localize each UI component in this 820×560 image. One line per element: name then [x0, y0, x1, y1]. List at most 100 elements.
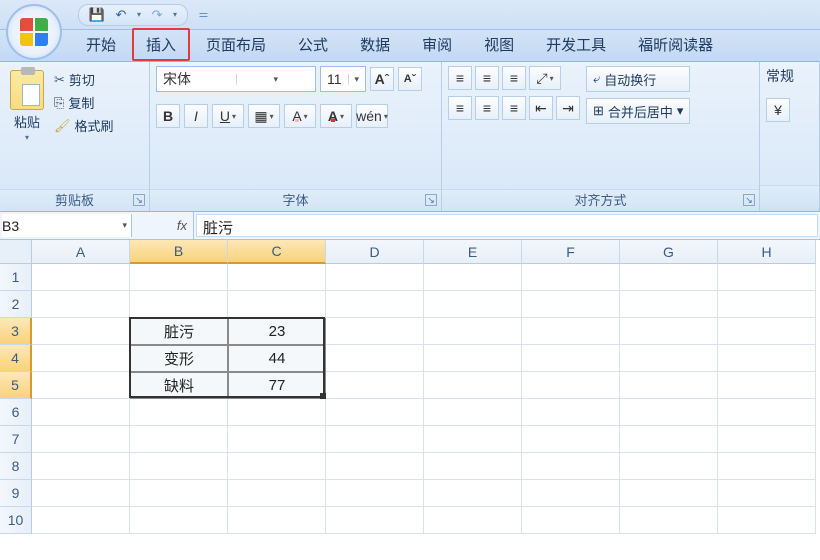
cell[interactable] — [424, 264, 522, 291]
cell[interactable] — [326, 318, 424, 345]
row-header[interactable]: 2 — [0, 291, 32, 318]
align-center-button[interactable]: ≡ — [475, 96, 499, 120]
cell[interactable] — [326, 372, 424, 399]
column-header[interactable]: C — [228, 240, 326, 264]
cell[interactable] — [326, 291, 424, 318]
select-all-corner[interactable] — [0, 240, 32, 264]
column-header[interactable]: H — [718, 240, 816, 264]
cell[interactable] — [130, 399, 228, 426]
cell[interactable] — [32, 291, 130, 318]
cell[interactable] — [228, 291, 326, 318]
cell[interactable] — [718, 480, 816, 507]
cell[interactable] — [130, 480, 228, 507]
row-header[interactable]: 6 — [0, 399, 32, 426]
paste-dropdown[interactable]: ▾ — [25, 133, 29, 142]
decrease-indent-button[interactable]: ⇤ — [529, 96, 553, 120]
fill-color-button[interactable]: A▾ — [284, 104, 316, 128]
column-header[interactable]: A — [32, 240, 130, 264]
cell[interactable] — [522, 345, 620, 372]
cell[interactable] — [130, 426, 228, 453]
phonetic-button[interactable]: wén▾ — [356, 104, 388, 128]
border-button[interactable]: ▦▾ — [248, 104, 280, 128]
cell[interactable] — [522, 291, 620, 318]
row-header[interactable]: 5 — [0, 372, 32, 399]
cell[interactable] — [32, 507, 130, 534]
save-icon[interactable]: 💾 — [89, 7, 105, 23]
cell[interactable] — [620, 453, 718, 480]
cell[interactable]: 脏污 — [130, 318, 228, 345]
clipboard-dialog-launcher[interactable]: ↘ — [133, 194, 145, 206]
cell[interactable] — [32, 453, 130, 480]
align-middle-button[interactable]: ≡ — [475, 66, 499, 90]
cell[interactable] — [326, 507, 424, 534]
column-header[interactable]: D — [326, 240, 424, 264]
chevron-down-icon[interactable]: ▾ — [677, 103, 684, 119]
row-header[interactable]: 9 — [0, 480, 32, 507]
redo-dropdown[interactable]: ▾ — [173, 10, 177, 19]
cell[interactable] — [718, 426, 816, 453]
underline-button[interactable]: U▾ — [212, 104, 244, 128]
format-painter-button[interactable]: 🖌格式刷 — [54, 116, 114, 135]
tab-foxit[interactable]: 福昕阅读器 — [622, 26, 729, 61]
cell[interactable] — [620, 318, 718, 345]
increase-font-button[interactable]: Aˆ — [370, 67, 394, 91]
cell[interactable] — [32, 480, 130, 507]
cell[interactable] — [718, 507, 816, 534]
cell[interactable] — [522, 399, 620, 426]
undo-icon[interactable]: ↶ — [113, 7, 129, 23]
font-size-combo[interactable]: 11▾ — [320, 66, 366, 92]
cell[interactable] — [522, 318, 620, 345]
cell[interactable] — [32, 399, 130, 426]
cell[interactable] — [522, 372, 620, 399]
undo-dropdown[interactable]: ▾ — [137, 10, 141, 19]
spreadsheet-grid[interactable]: ABCDEFGH 12345678910 脏污23变形44缺料77 — [0, 240, 820, 534]
tab-home[interactable]: 开始 — [70, 26, 132, 61]
currency-button[interactable]: ¥ — [766, 98, 790, 122]
cell[interactable] — [32, 372, 130, 399]
cell[interactable] — [620, 399, 718, 426]
cell[interactable] — [32, 264, 130, 291]
cell[interactable] — [424, 480, 522, 507]
paste-button[interactable]: 粘贴 ▾ — [6, 66, 48, 146]
cell[interactable] — [718, 372, 816, 399]
cell[interactable] — [620, 426, 718, 453]
wrap-text-button[interactable]: ⤶自动换行 — [586, 66, 690, 92]
cell[interactable] — [424, 507, 522, 534]
fx-icon[interactable]: fx — [177, 218, 187, 233]
cell[interactable] — [424, 291, 522, 318]
tab-developer[interactable]: 开发工具 — [530, 26, 622, 61]
align-left-button[interactable]: ≡ — [448, 96, 472, 120]
font-name-combo[interactable]: 宋体▾ — [156, 66, 316, 92]
font-dialog-launcher[interactable]: ↘ — [425, 194, 437, 206]
cell[interactable] — [718, 318, 816, 345]
cell[interactable] — [326, 426, 424, 453]
column-header[interactable]: F — [522, 240, 620, 264]
cell[interactable] — [718, 453, 816, 480]
cell[interactable] — [228, 264, 326, 291]
cell[interactable] — [228, 426, 326, 453]
cut-button[interactable]: ✂剪切 — [54, 70, 114, 89]
cell[interactable] — [32, 318, 130, 345]
column-header[interactable]: E — [424, 240, 522, 264]
font-color-button[interactable]: A▾ — [320, 104, 352, 128]
cell[interactable]: 44 — [228, 345, 326, 372]
cell[interactable]: 缺料 — [130, 372, 228, 399]
cell[interactable] — [718, 291, 816, 318]
cell[interactable] — [130, 453, 228, 480]
cell[interactable] — [326, 453, 424, 480]
copy-button[interactable]: ⎘复制 — [54, 93, 114, 112]
cell[interactable] — [620, 480, 718, 507]
cell[interactable] — [32, 345, 130, 372]
cell[interactable] — [424, 399, 522, 426]
tab-page-layout[interactable]: 页面布局 — [190, 26, 282, 61]
cell[interactable] — [620, 291, 718, 318]
cell[interactable] — [326, 399, 424, 426]
cell[interactable] — [522, 453, 620, 480]
tab-review[interactable]: 审阅 — [406, 26, 468, 61]
column-header[interactable]: G — [620, 240, 718, 264]
decrease-font-button[interactable]: Aˇ — [398, 67, 422, 91]
number-format-combo[interactable]: 常规 — [766, 66, 794, 86]
cell[interactable] — [228, 507, 326, 534]
tab-insert[interactable]: 插入 — [132, 28, 190, 61]
column-header[interactable]: B — [130, 240, 228, 264]
